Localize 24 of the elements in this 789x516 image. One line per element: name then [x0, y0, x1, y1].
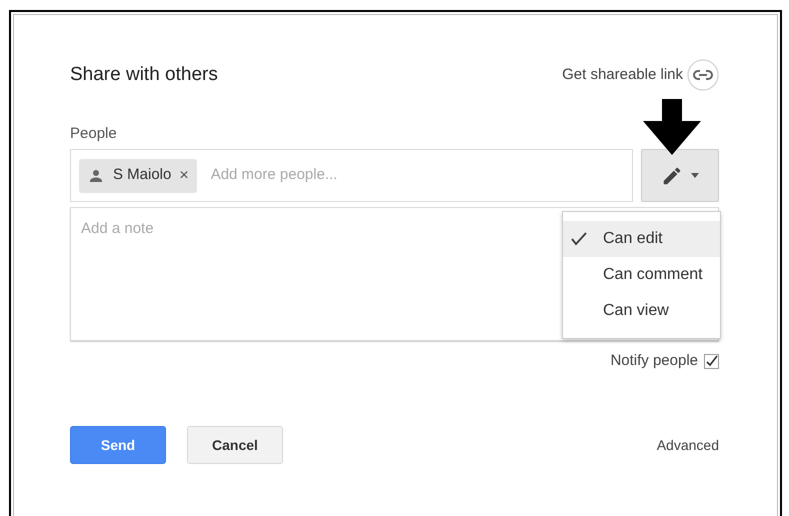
option-label: Can comment	[603, 265, 703, 285]
check-icon	[571, 232, 587, 246]
people-label: People	[70, 125, 117, 142]
link-icon[interactable]	[687, 59, 719, 91]
down-arrow-icon	[643, 99, 701, 155]
pencil-icon	[661, 164, 683, 186]
permission-button[interactable]	[641, 149, 719, 202]
option-label: Can view	[603, 301, 669, 321]
person-name: S Maiolo	[113, 165, 172, 186]
person-chip[interactable]: S Maiolo ×	[79, 158, 197, 192]
advanced-link[interactable]: Advanced	[656, 434, 719, 456]
cancel-button[interactable]: Cancel	[187, 426, 283, 464]
option-label: Can edit	[603, 229, 663, 249]
permission-option[interactable]: Can view	[563, 293, 720, 329]
permission-option[interactable]: Can edit	[563, 221, 720, 257]
notify-label: Notify people	[610, 350, 698, 371]
permission-option[interactable]: Can comment	[563, 257, 720, 293]
notify-checkbox[interactable]	[704, 354, 719, 368]
people-field[interactable]: S Maiolo × Add more people...	[70, 149, 633, 202]
shareable-link[interactable]: Get shareable link	[562, 64, 683, 86]
add-people-input[interactable]: Add more people...	[210, 164, 624, 187]
remove-chip-button[interactable]: ×	[179, 168, 189, 184]
caret-icon	[691, 173, 699, 178]
dialog-title: Share with others	[70, 62, 218, 87]
